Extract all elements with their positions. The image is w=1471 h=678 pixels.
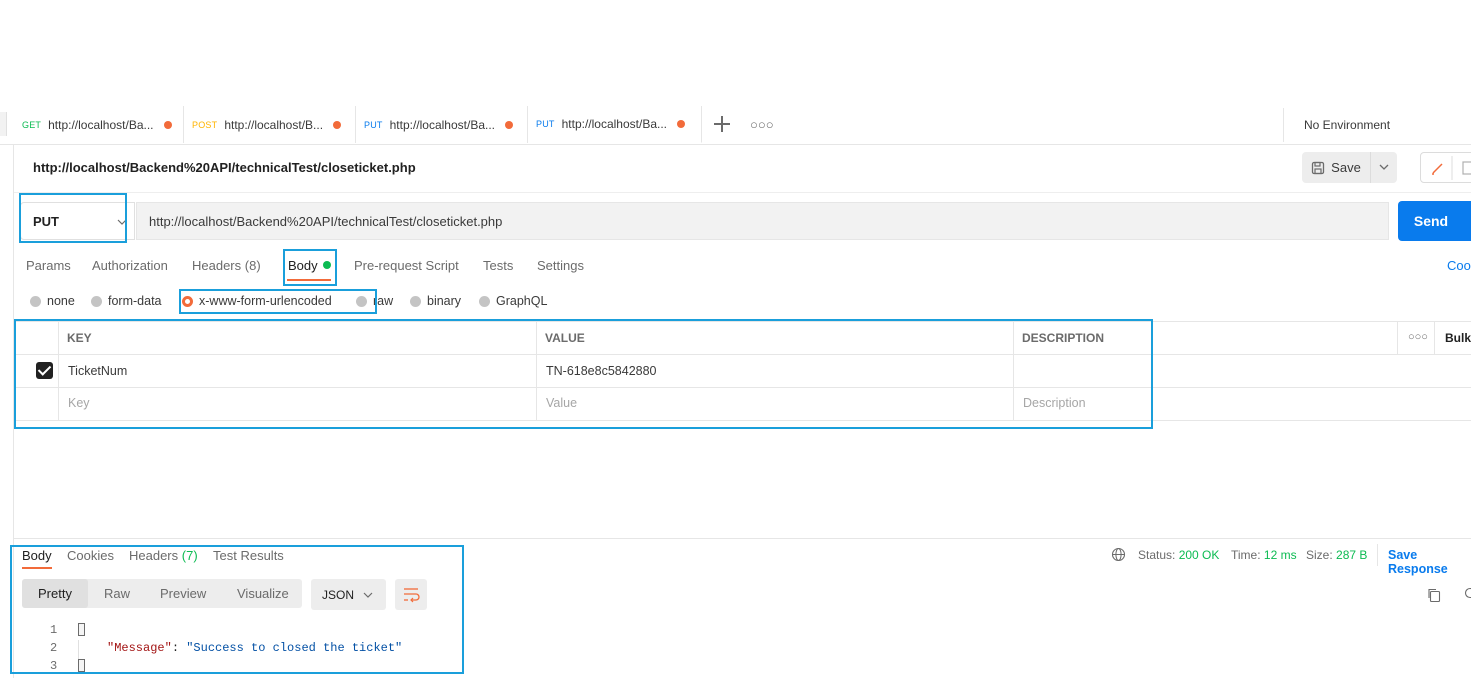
search-icon[interactable] <box>1462 587 1471 603</box>
sidebar-edge[interactable] <box>0 112 7 136</box>
tab-method: GET <box>22 119 42 130</box>
divider <box>14 192 1471 193</box>
tab-headers[interactable]: Headers (8) <box>192 258 261 273</box>
cookies-link[interactable]: Coo <box>1447 258 1471 273</box>
view-toggle[interactable] <box>1420 152 1471 183</box>
tab-url: http://localhost/Ba... <box>48 117 154 132</box>
radio-form-data[interactable]: form-data <box>91 294 162 308</box>
environment-selector[interactable]: No Environment <box>1304 118 1390 132</box>
save-response-button[interactable]: Save Response <box>1388 548 1471 576</box>
response-size[interactable]: Size: 287 B <box>1306 548 1367 562</box>
radio-label: form-data <box>108 294 162 308</box>
radio-label: GraphQL <box>496 294 548 308</box>
save-options-button[interactable] <box>1370 152 1397 183</box>
radio-circle <box>30 295 41 307</box>
tab-authorization[interactable]: Authorization <box>92 258 168 273</box>
unsaved-dot <box>677 120 686 128</box>
tab-method: POST <box>192 119 218 130</box>
radio-none[interactable]: none <box>30 294 75 308</box>
radio-circle <box>91 295 102 307</box>
request-tab-2[interactable]: POST http://localhost/B... <box>184 106 356 143</box>
tab-url: http://localhost/Ba... <box>561 117 668 131</box>
save-label: Save <box>1331 160 1361 175</box>
edit-icon <box>1432 156 1471 180</box>
status-divider <box>1377 544 1378 566</box>
response-divider[interactable] <box>14 538 1471 539</box>
time-label: Time: <box>1231 548 1261 562</box>
radio-graphql[interactable]: GraphQL <box>479 294 547 308</box>
send-button[interactable]: Send <box>1398 201 1471 241</box>
tab-settings[interactable]: Settings <box>537 258 584 273</box>
annotation-box-response <box>10 545 464 674</box>
radio-circle <box>410 295 421 307</box>
annotation-box-body-tab <box>283 249 337 286</box>
tab-pre-request-script[interactable]: Pre-request Script <box>354 258 459 273</box>
tab-headers-count: (8) <box>244 258 261 273</box>
size-value: 287 B <box>1336 548 1368 562</box>
table-options-icon[interactable]: ○○○ <box>1408 331 1428 343</box>
tab-tests[interactable]: Tests <box>483 258 513 273</box>
tab-params[interactable]: Params <box>26 258 71 273</box>
radio-label: none <box>47 294 75 308</box>
unsaved-dot <box>333 120 342 129</box>
unsaved-dot <box>163 120 172 129</box>
status-value: 200 OK <box>1178 548 1220 562</box>
column-divider <box>1434 322 1435 355</box>
radio-circle <box>479 295 490 307</box>
env-divider <box>1283 108 1284 142</box>
tab-method: PUT <box>536 119 555 129</box>
column-divider <box>1397 322 1398 355</box>
new-tab-plus-icon[interactable] <box>714 116 730 132</box>
chevron-down-icon <box>1379 164 1389 170</box>
unsaved-dot <box>505 120 514 129</box>
response-time[interactable]: Time: 12 ms <box>1231 548 1297 562</box>
more-tabs-icon[interactable]: ○○○ <box>750 117 774 132</box>
request-title: http://localhost/Backend%20API/technical… <box>33 160 416 175</box>
request-tab-4-active[interactable]: PUT http://localhost/Ba... <box>528 106 702 143</box>
status-label: Status: <box>1138 548 1176 562</box>
url-input[interactable]: http://localhost/Backend%20API/technical… <box>136 202 1389 240</box>
save-button[interactable]: Save <box>1302 152 1370 183</box>
bulk-edit-link[interactable]: Bulk <box>1445 331 1471 345</box>
time-value: 12 ms <box>1263 548 1297 562</box>
save-icon <box>1312 161 1325 174</box>
tab-headers-label: Headers <box>192 258 242 273</box>
copy-icon[interactable] <box>1426 587 1442 603</box>
tab-url: http://localhost/B... <box>224 117 324 132</box>
radio-label: binary <box>427 294 462 308</box>
request-tab-1[interactable]: GET http://localhost/Ba... <box>14 106 184 143</box>
response-status[interactable]: Status: 200 OK <box>1138 548 1219 562</box>
annotation-box-params-table <box>14 319 1153 429</box>
annotation-box-method <box>19 193 127 243</box>
request-tab-3[interactable]: PUT http://localhost/Ba... <box>356 106 528 143</box>
size-label: Size: <box>1306 548 1333 562</box>
globe-icon[interactable] <box>1111 547 1126 562</box>
tab-url: http://localhost/Ba... <box>389 117 496 132</box>
annotation-box-urlencoded <box>179 289 377 314</box>
tab-method: PUT <box>364 119 383 130</box>
radio-binary[interactable]: binary <box>410 294 461 308</box>
